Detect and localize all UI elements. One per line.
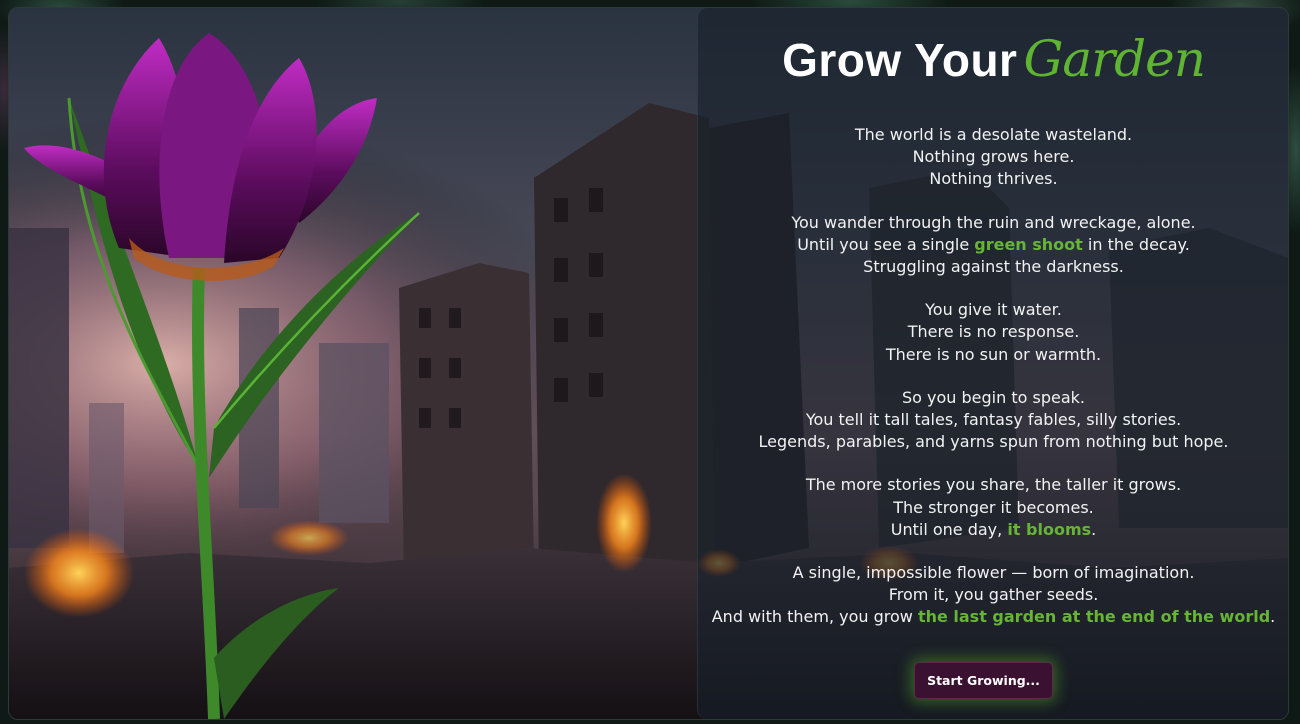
highlight-last-garden: the last garden at the end of the world [917,607,1271,627]
stanza-4: So you begin to speak. You tell it tall … [698,387,1288,454]
story-line: And with them, you grow the last garden … [698,606,1288,628]
story-line: There is no sun or warmth. [885,344,1102,364]
story-text: The world is a desolate wasteland. Nothi… [698,124,1288,650]
story-line: The more stories you share, the taller i… [805,475,1182,495]
story-text-segment: . [1270,607,1276,627]
story-line: So you begin to speak. [902,387,1085,407]
intro-card: Grow Your Garden The world is a desolate … [8,7,1289,720]
story-panel: Grow Your Garden The world is a desolate … [697,8,1288,719]
story-line: Struggling against the darkness. [863,257,1124,277]
highlight-green-shoot: green shoot [974,234,1083,254]
story-line: Until one day, it blooms. [698,519,1288,541]
story-text-segment: And with them, you grow [711,607,918,627]
title-main: Grow Your [782,34,1018,86]
story-line: There is no response. [907,322,1080,342]
story-text-segment: in the decay. [1082,234,1190,254]
story-line: Until you see a single green shoot in th… [698,234,1288,256]
story-line: The world is a desolate wasteland. [854,125,1133,144]
story-line: Nothing thrives. [929,169,1058,189]
story-line: You give it water. [925,300,1062,320]
highlight-it-blooms: it blooms [1007,519,1092,539]
story-text-segment: Until you see a single [797,234,975,254]
stanza-1: The world is a desolate wasteland. Nothi… [698,124,1288,191]
start-growing-button[interactable]: Start Growing... [914,662,1053,699]
story-text-segment: . [1091,519,1097,539]
story-text-segment: Until one day, [890,519,1008,539]
story-line: A single, impossible flower — born of im… [792,563,1195,583]
page-title: Grow Your Garden [698,30,1288,88]
stanza-5: The more stories you share, the taller i… [698,474,1288,541]
story-line: Nothing grows here. [912,147,1075,167]
story-line: You wander through the ruin and wreckage… [791,212,1196,232]
story-line: From it, you gather seeds. [888,585,1099,605]
stanza-6: A single, impossible flower — born of im… [698,562,1288,629]
story-line: The stronger it becomes. [893,497,1094,517]
stanza-3: You give it water. There is no response.… [698,299,1288,366]
story-line: You tell it tall tales, fantasy fables, … [805,410,1182,430]
title-accent: Garden [1023,30,1205,88]
stanza-2: You wander through the ruin and wreckage… [698,212,1288,279]
story-line: Legends, parables, and yarns spun from n… [758,432,1229,452]
